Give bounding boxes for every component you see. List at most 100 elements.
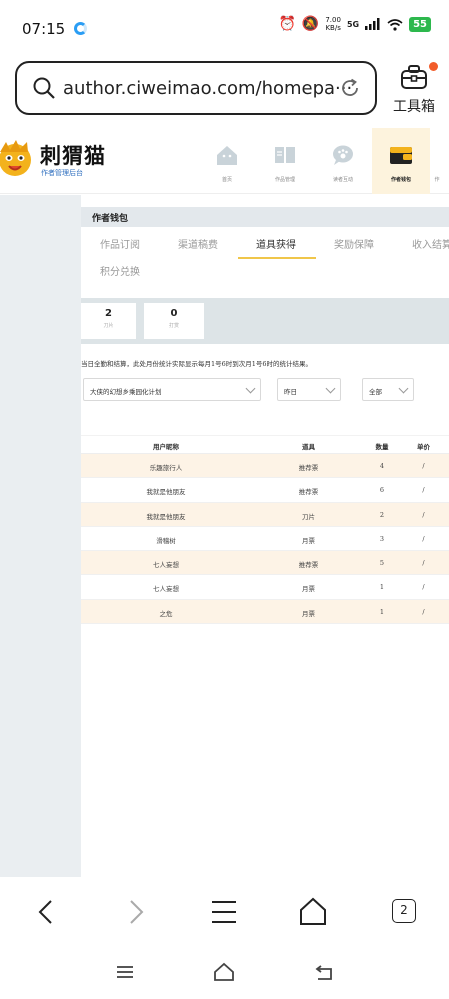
book-select[interactable]: 大侠的幻想乡乘园化计划 <box>83 378 261 401</box>
cell-quantity: 5 <box>379 559 385 568</box>
cell-unit-price: / <box>422 583 425 592</box>
chevron-down-icon <box>398 383 409 394</box>
nav-item-readers[interactable]: 读者互动 <box>314 128 372 194</box>
address-bar[interactable]: author.ciweimao.com/homepa··· <box>15 61 377 115</box>
signal-label: 5G <box>346 19 360 29</box>
cell-unit-price: / <box>422 486 425 495</box>
book-icon <box>275 147 295 163</box>
status-icons: ⏰ 🔕 7.00 KB/s 5G 55 <box>278 16 431 32</box>
active-tab-underline <box>238 257 316 259</box>
table-row: 之危 月票 1 / <box>81 599 449 625</box>
stat-card-tips: 0 打赏 <box>144 303 204 339</box>
notification-dot <box>429 62 438 71</box>
search-icon <box>33 77 55 99</box>
cell-item: 推荐票 <box>298 464 319 472</box>
date-select[interactable]: 昨日 <box>277 378 341 401</box>
back-icon[interactable] <box>30 895 64 929</box>
stat-card-blades: 2 刀片 <box>81 303 136 339</box>
nav-label-readers: 读者互动 <box>332 177 353 183</box>
chevron-down-icon <box>325 383 336 394</box>
logo-title[interactable]: 刺猬猫 <box>40 140 106 170</box>
cell-unit-price: / <box>422 534 425 543</box>
recent-apps-icon[interactable] <box>113 962 137 982</box>
table-row: 滑稽树 月票 3 / <box>81 526 449 552</box>
tab-items-received[interactable]: 道具获得 <box>256 236 296 251</box>
url-text[interactable]: author.ciweimao.com/homepa··· <box>63 78 352 99</box>
date-select-value: 昨日 <box>284 388 297 396</box>
wallet-title: 作者钱包 <box>81 207 449 227</box>
toolbox-button[interactable]: 工具箱 <box>391 62 441 116</box>
type-select-value: 全部 <box>369 388 382 396</box>
logo-subtitle: 作者管理后台 <box>41 169 83 177</box>
system-home-icon[interactable] <box>212 962 236 982</box>
system-back-icon[interactable] <box>313 962 337 982</box>
site-header: 刺猬猫 作者管理后台 首页 作品管理 读者互动 作者钱包 作 <box>0 128 449 194</box>
stat-label-blades: 刀片 <box>103 323 114 329</box>
house-icon <box>217 146 237 165</box>
battery-icon: 55 <box>409 16 431 32</box>
cell-quantity: 4 <box>379 462 385 470</box>
table-row: 乐趣旅行人 推荐票 4 / <box>81 454 449 479</box>
tab-rewards[interactable]: 奖励保障 <box>334 236 374 251</box>
table-row: 七人妄想 推荐票 5 / <box>81 551 449 576</box>
nav-label-works: 作品管理 <box>274 177 295 183</box>
main-content: 作者钱包 作品订阅 渠道稿费 道具获得 奖励保障 收入结算 积分兑换 2 刀片 … <box>81 195 449 877</box>
cell-nickname: 七人妄想 <box>153 561 179 570</box>
hedgehog-logo-icon[interactable] <box>0 140 34 178</box>
cell-quantity: 3 <box>379 534 385 543</box>
table-row: 我就是他朋友 刀片 2 / <box>81 502 449 527</box>
cell-unit-price: / <box>422 559 425 568</box>
nav-item-home[interactable]: 首页 <box>198 128 256 194</box>
cell-unit-price: / <box>422 607 425 616</box>
signal-icon <box>365 18 380 30</box>
mute-icon: 🔕 <box>301 16 320 32</box>
netspeed-value: 7.00 <box>325 16 341 24</box>
wallet-icon <box>390 147 412 164</box>
stats-panel <box>81 298 449 344</box>
status-time: 07:15 <box>22 20 66 38</box>
notice-text: 当日全勤和结算，此处月份统计实际显示每月1号6时到次月1号6时的统计结果。 <box>81 360 313 368</box>
col-header-item: 道具 <box>302 443 315 451</box>
table-header: 用户昵称 道具 数量 单价 <box>81 435 449 454</box>
nav-item-works[interactable]: 作品管理 <box>256 128 314 194</box>
menu-icon[interactable] <box>207 895 241 929</box>
nav-item-wallet[interactable]: 作者钱包 <box>372 128 430 194</box>
table-row: 七人妄想 月票 1 / <box>81 575 449 600</box>
cell-item: 推荐票 <box>298 561 319 570</box>
cell-nickname: 七人妄想 <box>153 585 179 594</box>
cell-quantity: 6 <box>379 486 385 495</box>
tab-points-exchange[interactable]: 积分兑换 <box>100 263 140 278</box>
wallet-tabs: 作品订阅 渠道稿费 道具获得 奖励保障 收入结算 积分兑换 <box>81 229 449 289</box>
loading-icon <box>74 22 87 35</box>
cell-nickname: 乐趣旅行人 <box>149 464 183 472</box>
cell-nickname: 我就是他朋友 <box>146 512 186 521</box>
cell-item: 推荐票 <box>298 488 319 497</box>
nav-label-partial: 作 <box>434 177 440 183</box>
left-sidebar <box>0 195 81 877</box>
nav-item-partial[interactable]: 作 <box>430 128 449 194</box>
type-select[interactable]: 全部 <box>362 378 414 401</box>
cell-nickname: 之危 <box>159 609 173 618</box>
stat-label-tips: 打赏 <box>168 323 179 329</box>
stat-value-blades: 2 <box>105 308 112 319</box>
reload-icon[interactable] <box>339 77 361 99</box>
tab-channel-fees[interactable]: 渠道稿费 <box>178 236 218 251</box>
forward-icon[interactable] <box>118 895 152 929</box>
col-header-nickname: 用户昵称 <box>153 443 179 451</box>
cell-item: 刀片 <box>302 512 315 521</box>
cell-quantity: 2 <box>379 510 385 519</box>
cell-quantity: 1 <box>379 607 385 616</box>
cell-quantity: 1 <box>379 583 385 592</box>
cell-item: 月票 <box>302 536 315 545</box>
toolbox-icon <box>401 65 427 89</box>
tab-income-settlement[interactable]: 收入结算 <box>412 236 449 251</box>
cell-item: 月票 <box>302 609 315 618</box>
home-icon[interactable] <box>296 895 330 929</box>
chevron-down-icon <box>245 383 256 394</box>
tab-switcher-button[interactable]: 2 <box>392 899 416 923</box>
wifi-icon <box>387 18 403 31</box>
tab-subscriptions[interactable]: 作品订阅 <box>100 236 140 251</box>
table-row: 我就是他朋友 推荐票 6 / <box>81 478 449 503</box>
book-select-value: 大侠的幻想乡乘园化计划 <box>90 388 162 396</box>
col-header-quantity: 数量 <box>375 443 389 451</box>
